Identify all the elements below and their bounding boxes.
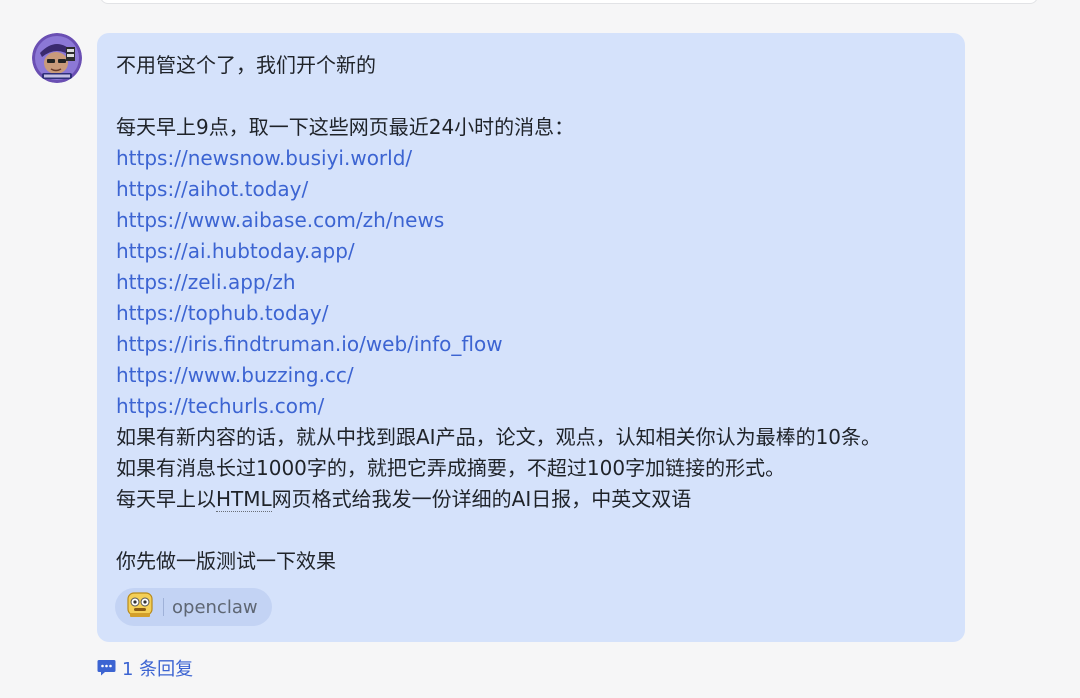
robot-face-icon bbox=[125, 591, 155, 623]
link-findtruman[interactable]: https://iris.findtruman.io/web/info_flow bbox=[116, 332, 503, 356]
link-aibase[interactable]: https://www.aibase.com/zh/news bbox=[116, 208, 444, 232]
link-newsnow[interactable]: https://newsnow.busiyi.world/ bbox=[116, 146, 412, 170]
message-line-schedule: 每天早上9点，取一下这些网页最近24小时的消息： bbox=[116, 115, 575, 139]
avatar-illustration bbox=[32, 33, 82, 83]
reply-count-link[interactable]: 1 条回复 bbox=[97, 655, 193, 681]
link-zeli[interactable]: https://zeli.app/zh bbox=[116, 270, 296, 294]
user-avatar[interactable] bbox=[32, 33, 82, 83]
link-techurls[interactable]: https://techurls.com/ bbox=[116, 394, 324, 418]
message-bubble: 不用管这个了，我们开个新的 每天早上9点，取一下这些网页最近24小时的消息： h… bbox=[97, 33, 965, 642]
mention-chip-openclaw[interactable]: openclaw bbox=[115, 588, 272, 626]
link-tophub[interactable]: https://tophub.today/ bbox=[116, 301, 328, 325]
previous-message-card bbox=[100, 0, 1038, 4]
html-line-after: 网页格式给我发一份详细的AI日报，中英文双语 bbox=[271, 487, 692, 511]
message-line-intro: 不用管这个了，我们开个新的 bbox=[116, 53, 376, 77]
message-line-criteria: 如果有新内容的话，就从中找到跟AI产品，论文，观点，认知相关你认为最棒的10条。 bbox=[116, 425, 882, 449]
message-line-html-report: 每天早上以HTML网页格式给我发一份详细的AI日报，中英文双语 bbox=[116, 484, 965, 515]
message-line-closing: 你先做一版测试一下效果 bbox=[116, 549, 336, 573]
html-term[interactable]: HTML bbox=[216, 487, 272, 512]
chip-divider bbox=[163, 598, 164, 616]
chat-bubble-icon bbox=[97, 659, 116, 677]
mention-label: openclaw bbox=[172, 596, 258, 618]
html-line-before: 每天早上以 bbox=[116, 487, 216, 511]
link-buzzing[interactable]: https://www.buzzing.cc/ bbox=[116, 363, 354, 387]
link-hubtoday[interactable]: https://ai.hubtoday.app/ bbox=[116, 239, 355, 263]
reply-count-label: 1 条回复 bbox=[122, 659, 194, 680]
link-aihot[interactable]: https://aihot.today/ bbox=[116, 177, 308, 201]
message-line-summary-rule: 如果有消息长过1000字的，就把它弄成摘要，不超过100字加链接的形式。 bbox=[116, 456, 786, 480]
